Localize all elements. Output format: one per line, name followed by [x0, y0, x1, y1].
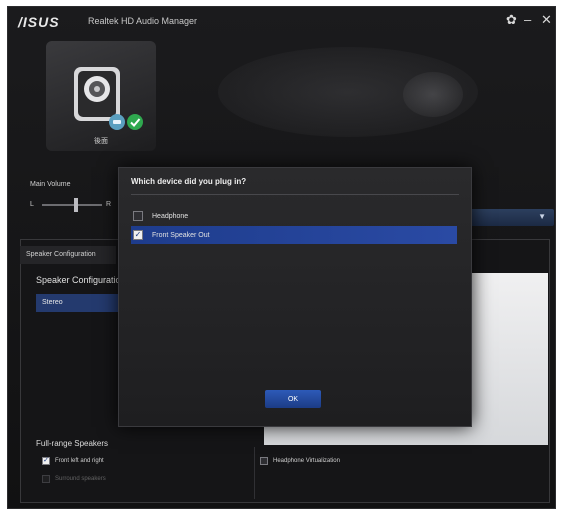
- audio-manager-window: /ISUS Realtek HD Audio Manager ✿ – ✕ 後面 …: [7, 6, 556, 509]
- volume-balance-thumb[interactable]: [74, 198, 78, 212]
- volume-balance-track[interactable]: [42, 204, 102, 206]
- close-button[interactable]: ✕: [541, 12, 552, 28]
- device-tile-speakers[interactable]: 後面: [46, 41, 156, 151]
- background-glow-small: [403, 72, 463, 117]
- speaker-config-select[interactable]: Stereo: [36, 294, 118, 312]
- ok-button[interactable]: OK: [265, 390, 321, 408]
- dialog-divider: [131, 194, 459, 195]
- main-volume-label: Main Volume: [30, 181, 71, 188]
- volume-left-label: L: [30, 201, 34, 208]
- connected-check-icon: [127, 114, 143, 130]
- minimize-button[interactable]: –: [524, 12, 531, 28]
- headphone-virtualization-option[interactable]: Headphone Virtualization: [260, 457, 340, 465]
- full-range-speakers-title: Full-range Speakers: [36, 439, 109, 448]
- speaker-configuration-label: Speaker Configuration: [36, 275, 126, 285]
- front-left-right-label: Front left and right: [55, 458, 104, 464]
- chevron-down-icon: ▼: [538, 212, 546, 221]
- volume-right-label: R: [106, 201, 112, 208]
- front-speaker-out-checkbox[interactable]: ✓: [133, 230, 143, 240]
- device-label: 後面: [94, 138, 108, 145]
- tab-speaker-configuration[interactable]: Speaker Configuration: [20, 246, 116, 264]
- asus-logo: /ISUS: [18, 14, 60, 30]
- dialog-question: Which device did you plug in?: [131, 177, 247, 186]
- settings-gear-icon[interactable]: ✿: [506, 12, 517, 28]
- option-front-speaker-out-label: Front Speaker Out: [152, 231, 210, 239]
- option-headphone[interactable]: Headphone: [131, 207, 457, 225]
- title-bar: /ISUS Realtek HD Audio Manager ✿ – ✕: [8, 7, 555, 35]
- divider: [254, 447, 255, 499]
- option-front-speaker-out[interactable]: ✓ Front Speaker Out: [131, 226, 457, 244]
- front-left-right-checkbox[interactable]: ✓: [42, 457, 50, 465]
- surround-speakers-checkbox: [42, 475, 50, 483]
- surround-speakers-label: Surround speakers: [55, 476, 106, 482]
- headphone-virtualization-checkbox[interactable]: [260, 457, 268, 465]
- jack-connector-icon: [109, 114, 125, 130]
- headphone-checkbox[interactable]: [133, 211, 143, 221]
- headphone-virtualization-label: Headphone Virtualization: [273, 458, 340, 464]
- window-title: Realtek HD Audio Manager: [88, 16, 198, 26]
- option-headphone-label: Headphone: [152, 212, 189, 220]
- surround-speakers-option: Surround speakers: [42, 475, 106, 483]
- front-left-right-option[interactable]: ✓ Front left and right: [42, 457, 104, 465]
- device-detection-dialog: Which device did you plug in? Headphone …: [118, 167, 472, 427]
- default-device-dropdown[interactable]: ▼: [464, 209, 554, 226]
